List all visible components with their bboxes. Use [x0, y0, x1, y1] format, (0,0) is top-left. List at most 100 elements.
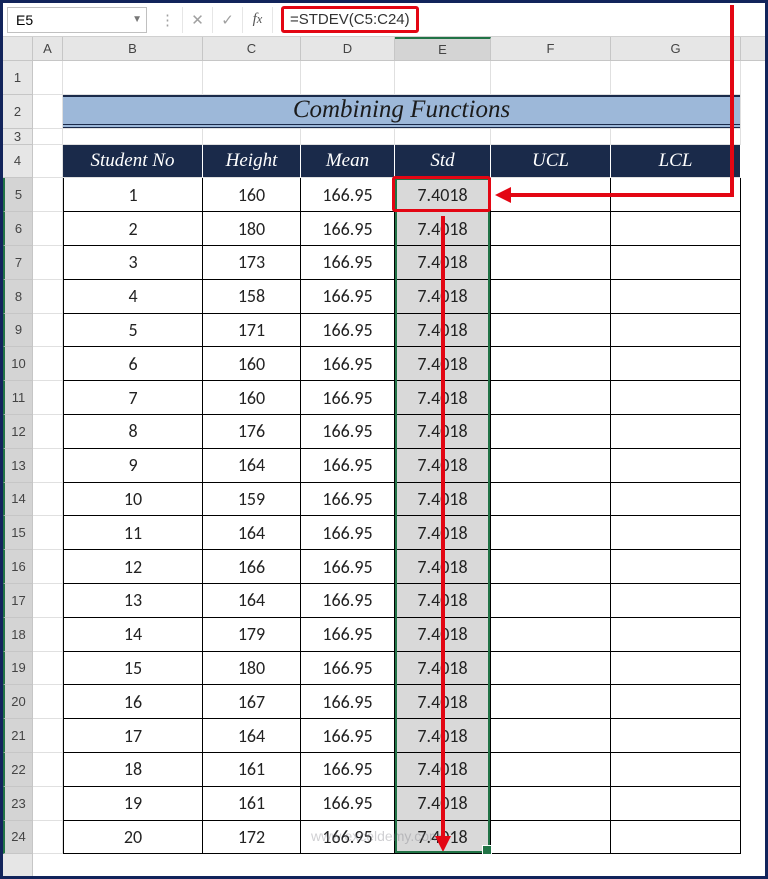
cell[interactable] [33, 652, 63, 686]
col-header[interactable]: D [301, 37, 395, 60]
row-header[interactable]: 4 [3, 145, 32, 179]
cell[interactable] [33, 347, 63, 381]
cell[interactable] [33, 516, 63, 550]
cell-student-no[interactable]: 16 [63, 685, 203, 719]
cell-mean[interactable]: 166.95 [301, 347, 395, 381]
cell-mean[interactable]: 166.95 [301, 753, 395, 787]
cell[interactable] [33, 618, 63, 652]
cell-student-no[interactable]: 17 [63, 719, 203, 753]
cell-mean[interactable]: 166.95 [301, 787, 395, 821]
cell-mean[interactable]: 166.95 [301, 685, 395, 719]
row-header[interactable]: 13 [3, 449, 32, 483]
cell-student-no[interactable]: 1 [63, 178, 203, 212]
col-header[interactable]: A [33, 37, 63, 60]
select-all-corner[interactable] [3, 37, 32, 61]
cell[interactable] [33, 280, 63, 314]
cell-student-no[interactable]: 9 [63, 449, 203, 483]
cell-ucl[interactable] [491, 550, 611, 584]
cell[interactable] [395, 61, 491, 95]
cell-lcl[interactable] [611, 449, 741, 483]
cell[interactable] [33, 145, 63, 179]
row-header[interactable]: 21 [3, 719, 32, 753]
row-header[interactable]: 11 [3, 381, 32, 415]
cell-height[interactable]: 180 [203, 212, 301, 246]
cell[interactable] [33, 753, 63, 787]
cell-lcl[interactable] [611, 584, 741, 618]
title-cell[interactable]: Combining Functions [63, 95, 741, 129]
cell-student-no[interactable]: 4 [63, 280, 203, 314]
cell-height[interactable]: 164 [203, 449, 301, 483]
row-header[interactable]: 24 [3, 821, 32, 855]
cell-height[interactable]: 173 [203, 246, 301, 280]
th-ucl[interactable]: UCL [491, 145, 611, 179]
cell-mean[interactable]: 166.95 [301, 618, 395, 652]
cell-lcl[interactable] [611, 347, 741, 381]
row-header[interactable]: 8 [3, 280, 32, 314]
cell[interactable] [63, 61, 203, 95]
cell[interactable] [33, 550, 63, 584]
cell-student-no[interactable]: 2 [63, 212, 203, 246]
cell-mean[interactable]: 166.95 [301, 821, 395, 855]
cell-mean[interactable]: 166.95 [301, 415, 395, 449]
cell-height[interactable]: 160 [203, 178, 301, 212]
cells-area[interactable]: Combining Functions Student No Height Me… [33, 61, 765, 854]
cell-student-no[interactable]: 3 [63, 246, 203, 280]
cell-lcl[interactable] [611, 618, 741, 652]
cell-student-no[interactable]: 19 [63, 787, 203, 821]
cell-student-no[interactable]: 11 [63, 516, 203, 550]
cell-student-no[interactable]: 12 [63, 550, 203, 584]
cell-ucl[interactable] [491, 483, 611, 517]
cell[interactable] [33, 129, 63, 145]
cell[interactable] [301, 129, 395, 145]
cell[interactable] [491, 129, 611, 145]
cell[interactable] [301, 61, 395, 95]
cell-student-no[interactable]: 13 [63, 584, 203, 618]
cell-lcl[interactable] [611, 280, 741, 314]
cell-height[interactable]: 180 [203, 652, 301, 686]
cell-student-no[interactable]: 18 [63, 753, 203, 787]
cell-ucl[interactable] [491, 280, 611, 314]
cell-height[interactable]: 160 [203, 381, 301, 415]
cell-lcl[interactable] [611, 415, 741, 449]
cell-mean[interactable]: 166.95 [301, 483, 395, 517]
cell-std[interactable]: 7.4018 [395, 178, 491, 212]
cell-mean[interactable]: 166.95 [301, 280, 395, 314]
cancel-icon[interactable]: ✕ [183, 7, 213, 33]
row-header[interactable]: 9 [3, 314, 32, 348]
cell[interactable] [33, 61, 63, 95]
row-header[interactable]: 1 [3, 61, 32, 95]
cell-mean[interactable]: 166.95 [301, 584, 395, 618]
cell-ucl[interactable] [491, 821, 611, 855]
cell[interactable] [33, 381, 63, 415]
row-header[interactable]: 18 [3, 618, 32, 652]
formula-input[interactable]: =STDEV(C5:C24) [273, 7, 765, 33]
row-header[interactable]: 12 [3, 415, 32, 449]
cell-mean[interactable]: 166.95 [301, 550, 395, 584]
col-header[interactable]: C [203, 37, 301, 60]
cell[interactable] [33, 449, 63, 483]
cell-height[interactable]: 160 [203, 347, 301, 381]
col-header[interactable]: E [395, 37, 491, 60]
cell-lcl[interactable] [611, 246, 741, 280]
cell[interactable] [33, 821, 63, 855]
row-header[interactable]: 20 [3, 685, 32, 719]
dots-icon[interactable]: ⋮ [153, 7, 183, 33]
row-header[interactable]: 5 [3, 178, 32, 212]
cell-mean[interactable]: 166.95 [301, 449, 395, 483]
cell-student-no[interactable]: 5 [63, 314, 203, 348]
cell-lcl[interactable] [611, 212, 741, 246]
cell-mean[interactable]: 166.95 [301, 652, 395, 686]
cell-mean[interactable]: 166.95 [301, 314, 395, 348]
cell-height[interactable]: 158 [203, 280, 301, 314]
row-header[interactable]: 19 [3, 652, 32, 686]
col-header[interactable]: B [63, 37, 203, 60]
cell-ucl[interactable] [491, 415, 611, 449]
cell-height[interactable]: 159 [203, 483, 301, 517]
cell-ucl[interactable] [491, 584, 611, 618]
row-header[interactable]: 14 [3, 483, 32, 517]
cell-mean[interactable]: 166.95 [301, 212, 395, 246]
cell[interactable] [611, 129, 741, 145]
col-header[interactable]: G [611, 37, 741, 60]
col-header[interactable]: F [491, 37, 611, 60]
cell[interactable] [203, 61, 301, 95]
